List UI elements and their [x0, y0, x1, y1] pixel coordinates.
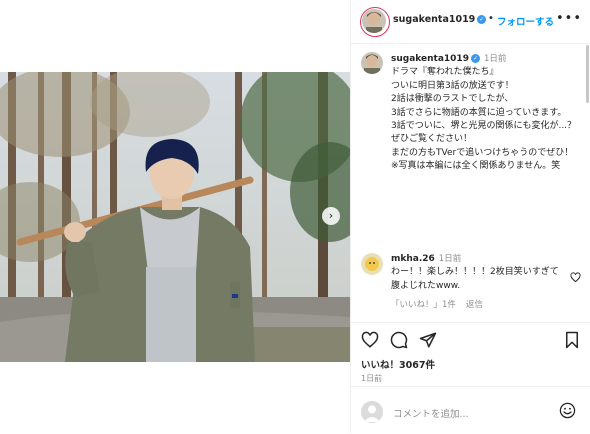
post-header: sugakenta1019 ✓ • フォローする •••	[351, 0, 590, 44]
post-media-panel: ›	[0, 0, 350, 433]
post-details-panel: sugakenta1019 ✓ • フォローする ••• sugakenta101…	[350, 0, 590, 433]
current-user-avatar	[361, 401, 383, 423]
more-options-icon[interactable]: •••	[556, 11, 582, 26]
commenter-avatar[interactable]	[361, 253, 383, 275]
author-username-text: sugakenta1019	[393, 14, 476, 25]
comment-meta: 「いいね！」1件 返信	[391, 298, 493, 310]
commenter-username[interactable]: mkha.26	[391, 254, 435, 264]
likes-count[interactable]: いいね！3067件	[361, 357, 435, 371]
comment-likes-count[interactable]: 「いいね！」1件	[391, 300, 456, 310]
comment-input[interactable]: コメントを追加...	[393, 406, 469, 420]
comment-time: 1日前	[438, 254, 462, 264]
bookmark-icon[interactable]	[563, 331, 581, 349]
chevron-right-icon: ›	[328, 209, 334, 222]
caption-author-avatar[interactable]	[361, 52, 383, 74]
add-comment-bar: コメントを追加...	[351, 386, 590, 434]
author-avatar[interactable]	[360, 7, 390, 37]
verified-badge-icon: ✓	[470, 54, 480, 63]
next-image-button[interactable]: ›	[322, 207, 340, 225]
comment-text: わー！！楽しみ！！！！2枚目笑いすぎて腹よじれたwww.	[391, 267, 559, 291]
reply-button[interactable]: 返信	[466, 300, 483, 310]
caption-line: ついに明日第3話の放送です！	[391, 80, 514, 91]
post-actions: いいね！3067件 1日前	[351, 322, 590, 387]
caption-line: 3話でさらに物語の本質に迫っていきます。	[391, 107, 567, 118]
post-timestamp: 1日前	[361, 374, 383, 383]
caption-line: ※写真は本編には全く関係ありません。笑	[391, 161, 561, 172]
follow-button[interactable]: フォローする	[497, 14, 554, 28]
separator-dot: •	[488, 13, 494, 24]
author-username[interactable]: sugakenta1019 ✓	[393, 14, 487, 25]
comment-item: mkha.26 1日前 わー！！楽しみ！！！！2枚目笑いすぎて腹よじれたwww.	[391, 253, 561, 293]
caption-time: 1日前	[483, 54, 507, 64]
comment-icon[interactable]	[390, 331, 408, 349]
smiley-icon[interactable]	[559, 402, 576, 419]
post-caption: sugakenta1019 ✓ 1日前 ドラマ『奪われた僕たち』 ついに明日第3話の…	[391, 53, 587, 174]
caption-line: まだの方もTVerで追いつけちゃうのでぜひ！	[391, 147, 574, 158]
post-photo[interactable]: ›	[0, 72, 350, 362]
caption-line: ぜひご覧ください！	[391, 134, 473, 145]
comment-like-heart-icon[interactable]	[570, 272, 581, 283]
heart-icon[interactable]	[361, 331, 379, 349]
photo-illustration	[0, 72, 350, 362]
caption-line: 2話は衝撃のラストでしたが、	[391, 94, 514, 105]
comments-section: sugakenta1019 ✓ 1日前 ドラマ『奪われた僕たち』 ついに明日第3話の…	[351, 44, 590, 322]
caption-line: 3話でついに、堺と光晃の関係にも変化が...？	[391, 121, 577, 132]
paper-plane-icon[interactable]	[419, 331, 437, 349]
caption-username[interactable]: sugakenta1019	[391, 54, 469, 64]
comments-scrollbar[interactable]	[586, 45, 589, 103]
verified-badge-icon: ✓	[477, 15, 487, 24]
caption-line: ドラマ『奪われた僕たち』	[391, 67, 499, 78]
